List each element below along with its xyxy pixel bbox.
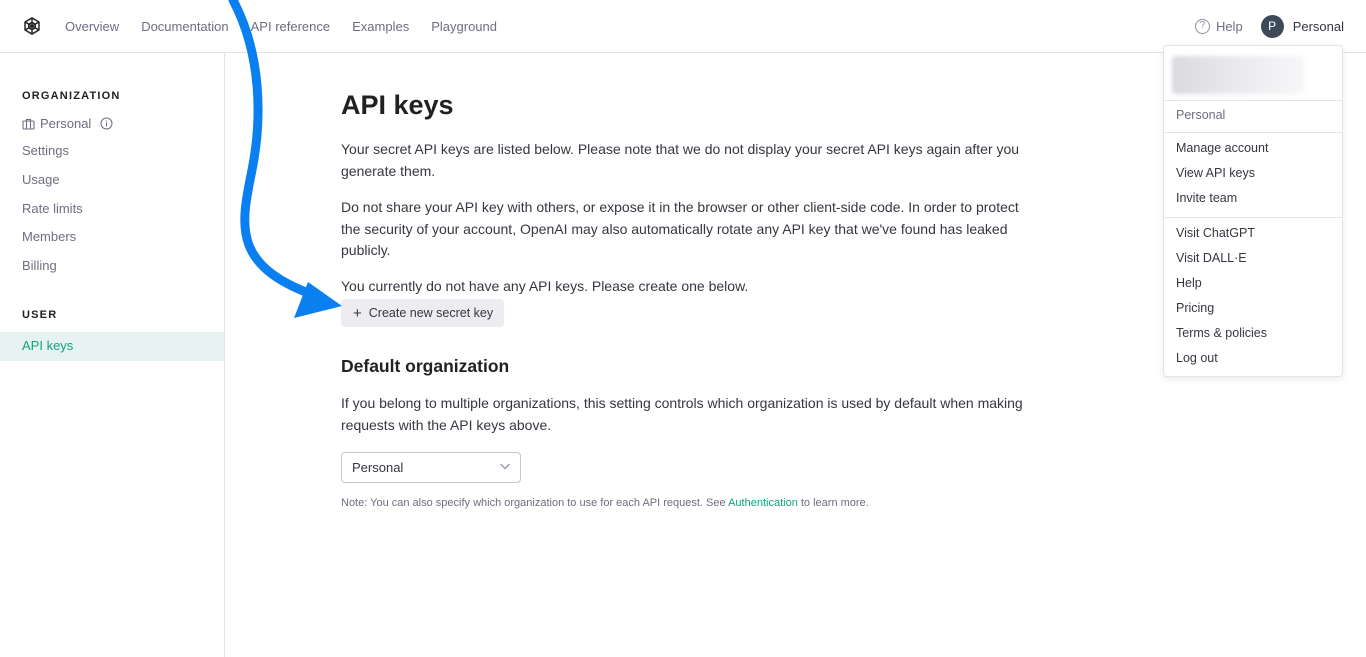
default-organization-select[interactable]: Personal: [341, 452, 521, 483]
redacted-user-info: [1172, 56, 1304, 94]
menu-item-view-api-keys[interactable]: View API keys: [1176, 166, 1255, 180]
menu-item-help[interactable]: Help: [1176, 276, 1202, 290]
user-heading: USER: [22, 309, 58, 321]
menu-item-pricing[interactable]: Pricing: [1176, 301, 1214, 315]
briefcase-icon: [22, 118, 35, 130]
sidebar-item-rate-limits[interactable]: Rate limits: [22, 201, 83, 216]
sidebar-item-usage[interactable]: Usage: [22, 172, 60, 187]
info-icon[interactable]: [100, 117, 113, 130]
no-keys-message: You currently do not have any API keys. …: [341, 278, 749, 294]
menu-item-visit-dalle[interactable]: Visit DALL·E: [1176, 251, 1247, 265]
create-new-secret-key-button[interactable]: + Create new secret key: [341, 299, 505, 327]
sidebar-item-billing[interactable]: Billing: [22, 258, 57, 273]
security-paragraph: Do not share your API key with others, o…: [341, 199, 1019, 258]
help-label: Help: [1215, 18, 1243, 34]
sidebar-item-api-keys[interactable]: API keys: [0, 332, 224, 361]
openai-logo-icon[interactable]: [21, 15, 43, 37]
select-value: Personal: [352, 460, 404, 475]
plus-icon: +: [353, 304, 362, 322]
avatar: P: [1260, 14, 1284, 38]
nav-documentation[interactable]: Documentation: [141, 19, 228, 34]
note-prefix: Note: You can also specify which organiz…: [341, 497, 729, 509]
help-button[interactable]: ? Help: [1194, 18, 1243, 34]
nav-api-reference[interactable]: API reference: [251, 19, 331, 34]
question-circle-icon: ?: [1194, 18, 1210, 34]
default-organization-description: If you belong to multiple organizations,…: [341, 395, 1023, 433]
nav-overview[interactable]: Overview: [65, 19, 119, 34]
sidebar: ORGANIZATION Personal Settings Usage Rat…: [0, 53, 225, 657]
nav-playground[interactable]: Playground: [431, 19, 497, 34]
menu-item-manage-account[interactable]: Manage account: [1176, 141, 1268, 155]
org-name-row: Personal: [22, 116, 113, 131]
chevron-down-icon: [500, 463, 510, 470]
note-suffix: to learn more.: [797, 497, 869, 509]
menu-divider: [1164, 217, 1342, 218]
top-navigation-bar: Overview Documentation API reference Exa…: [0, 0, 1366, 53]
menu-item-log-out[interactable]: Log out: [1176, 351, 1218, 365]
menu-divider: [1164, 132, 1342, 133]
menu-item-invite-team[interactable]: Invite team: [1176, 191, 1237, 205]
account-menu-button[interactable]: P Personal: [1260, 14, 1344, 38]
main-nav: Overview Documentation API reference Exa…: [65, 0, 497, 52]
create-button-label: Create new secret key: [368, 306, 494, 320]
intro-paragraph: Your secret API keys are listed below. P…: [341, 141, 1020, 179]
sidebar-item-settings[interactable]: Settings: [22, 143, 69, 158]
default-organization-heading: Default organization: [341, 356, 510, 376]
menu-item-visit-chatgpt[interactable]: Visit ChatGPT: [1176, 226, 1255, 240]
sidebar-item-members[interactable]: Members: [22, 229, 76, 244]
organization-heading: ORGANIZATION: [22, 90, 121, 102]
organization-note: Note: You can also specify which organiz…: [341, 497, 869, 509]
menu-divider: [1164, 100, 1342, 101]
page-title: API keys: [341, 90, 454, 120]
account-dropdown-menu: Personal Manage account View API keys In…: [1163, 45, 1343, 377]
sidebar-item-label: API keys: [22, 338, 74, 353]
org-name: Personal: [40, 116, 92, 131]
authentication-link[interactable]: Authentication: [728, 497, 798, 509]
account-name: Personal: [1292, 18, 1344, 34]
dropdown-org-label: Personal: [1176, 108, 1226, 122]
menu-item-terms-policies[interactable]: Terms & policies: [1176, 326, 1267, 340]
nav-examples[interactable]: Examples: [352, 19, 409, 34]
